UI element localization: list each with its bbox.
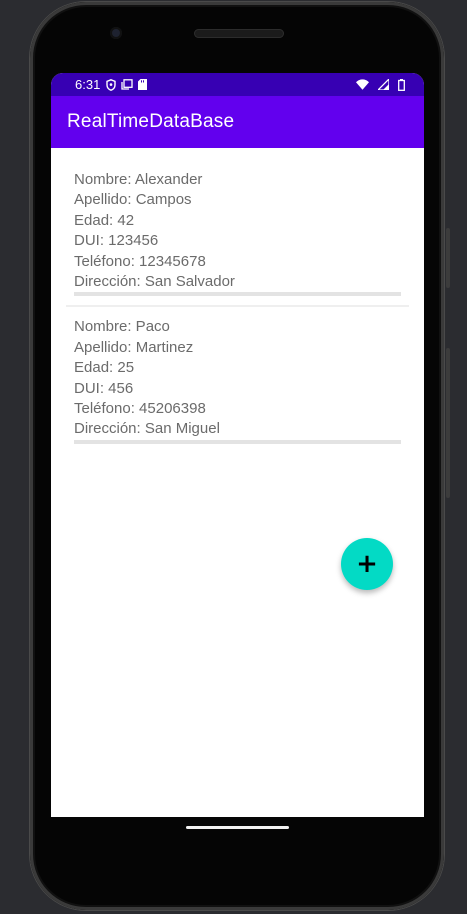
- records-list[interactable]: Nombre: Alexander Apellido: Campos Edad:…: [51, 148, 424, 590]
- home-gesture-handle[interactable]: [186, 826, 289, 829]
- status-time: 6:31: [75, 77, 101, 92]
- app-bar: RealTimeDataBase: [51, 96, 424, 148]
- emulator-background: 6:31 RealTimeDataBase Nombre: Alexander …: [0, 0, 467, 914]
- shield-icon: [106, 78, 117, 91]
- battery-icon: [398, 78, 405, 91]
- plus-icon: +: [356, 549, 378, 579]
- earpiece-speaker: [194, 29, 284, 38]
- front-camera: [110, 27, 122, 39]
- record-telefono: Teléfono: 12345678: [74, 252, 206, 270]
- record-dui: DUI: 123456: [74, 232, 159, 250]
- list-item[interactable]: Nombre: Alexander Apellido: Campos Edad:…: [51, 170, 401, 297]
- record-edad: Edad: 42: [74, 211, 135, 229]
- status-right-icons: [356, 78, 410, 91]
- record-direccion: Dirección: San Miguel: [74, 420, 220, 438]
- record-nombre: Nombre: Alexander: [74, 171, 203, 188]
- app-title: RealTimeDataBase: [67, 111, 235, 132]
- record-telefono: Teléfono: 45206398: [74, 400, 206, 418]
- navigation-bar: [51, 817, 424, 847]
- record-edad: Edad: 25: [74, 359, 135, 377]
- record-direccion: Dirección: San Salvador: [74, 273, 235, 291]
- sd-card-icon: [138, 79, 148, 90]
- record-underline: [74, 439, 401, 444]
- record-underline: [74, 292, 401, 297]
- screen-icon: [121, 79, 133, 90]
- power-button: [446, 228, 450, 288]
- record-nombre: Nombre: Paco: [74, 318, 170, 336]
- record-apellido: Apellido: Martinez: [74, 338, 194, 356]
- list-divider: [66, 305, 409, 308]
- signal-icon: [378, 79, 389, 90]
- record-apellido: Apellido: Campos: [74, 191, 192, 209]
- device-screen: 6:31 RealTimeDataBase Nombre: Alexander …: [51, 73, 424, 817]
- volume-button: [446, 348, 450, 498]
- status-bar: 6:31: [51, 73, 424, 96]
- record-dui: DUI: 456: [74, 379, 134, 397]
- list-item[interactable]: Nombre: Paco Apellido: Martinez Edad: 25…: [51, 317, 401, 444]
- add-record-button[interactable]: +: [341, 538, 393, 590]
- wifi-icon: [356, 79, 369, 90]
